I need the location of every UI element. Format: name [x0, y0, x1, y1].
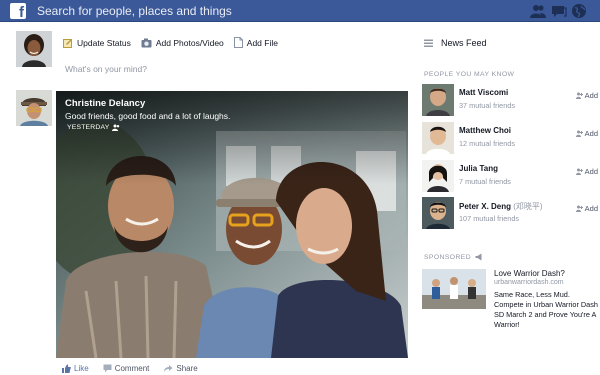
share-button[interactable]: Share — [163, 364, 198, 373]
post-actions: Like Comment Share — [62, 364, 198, 373]
person-name[interactable]: Matthew Choi — [459, 126, 511, 135]
messages-icon[interactable] — [551, 3, 567, 19]
ad-body: Same Race, Less Mud. Compete in Urban Wa… — [494, 290, 598, 329]
composer-avatar[interactable] — [16, 31, 52, 67]
mutual-friends[interactable]: 12 mutual friends — [459, 139, 515, 148]
top-bar: f Search for people, places and things — [0, 0, 600, 22]
camera-icon — [141, 38, 152, 47]
add-friend-button[interactable]: Add — [575, 204, 598, 213]
person-name-text: Peter X. Deng — [459, 202, 512, 211]
thumbs-up-icon — [62, 364, 71, 373]
mutual-friends[interactable]: 107 mutual friends — [459, 214, 519, 223]
like-label: Like — [74, 364, 89, 373]
person-avatar[interactable] — [422, 84, 454, 116]
facebook-logo-icon[interactable]: f — [10, 3, 26, 21]
suggested-person: Matthew Choi 12 mutual friends Add — [422, 122, 598, 154]
mutual-friends[interactable]: 37 mutual friends — [459, 101, 515, 110]
update-status-tab[interactable]: Update Status — [63, 37, 131, 48]
person-name[interactable]: Matt Viscomi — [459, 88, 508, 97]
add-label: Add — [584, 204, 598, 213]
comment-icon — [103, 364, 112, 373]
person-avatar[interactable] — [422, 160, 454, 192]
add-friend-icon — [575, 205, 583, 212]
mutual-friends[interactable]: 7 mutual friends — [459, 177, 511, 186]
add-photos-tab[interactable]: Add Photos/Video — [141, 37, 224, 48]
megaphone-icon — [475, 253, 482, 261]
share-label: Share — [176, 364, 198, 373]
person-native-name: (邓晓平) — [513, 202, 543, 211]
logo-letter: f — [19, 4, 24, 21]
add-friend-button[interactable]: Add — [575, 91, 598, 100]
post-author-name[interactable]: Christine Delancy — [65, 98, 145, 109]
news-feed-label: News Feed — [441, 38, 487, 48]
sponsored-header: SPONSORED — [424, 253, 483, 261]
news-feed-link[interactable]: News Feed — [424, 38, 487, 48]
news-feed-icon — [424, 39, 433, 47]
friends-audience-icon — [112, 124, 120, 131]
suggested-person: Julia Tang 7 mutual friends Add — [422, 160, 598, 192]
post-photo[interactable] — [56, 91, 408, 358]
post-time-label: YESTERDAY — [67, 124, 110, 131]
update-status-label: Update Status — [77, 37, 131, 48]
people-you-may-know-header: PEOPLE YOU MAY KNOW — [424, 71, 515, 78]
composer-tabs: Update Status Add Photos/Video Add File — [63, 37, 288, 48]
add-photos-label: Add Photos/Video — [155, 37, 224, 48]
add-file-tab[interactable]: Add File — [233, 37, 278, 48]
post-text: Good friends, good food and a lot of lau… — [65, 111, 231, 121]
ad-image[interactable] — [422, 269, 486, 309]
comment-label: Comment — [114, 364, 150, 373]
update-status-icon — [63, 38, 72, 48]
post-author-avatar[interactable] — [16, 90, 52, 126]
ad-title[interactable]: Love Warrior Dash? — [494, 269, 565, 278]
person-name[interactable]: Peter X. Deng (邓晓平) — [459, 201, 543, 212]
comment-button[interactable]: Comment — [103, 364, 150, 373]
person-avatar[interactable] — [422, 122, 454, 154]
share-icon — [164, 365, 173, 372]
like-button[interactable]: Like — [62, 364, 89, 373]
add-friend-icon — [575, 92, 583, 99]
add-friend-button[interactable]: Add — [575, 129, 598, 138]
add-label: Add — [584, 167, 598, 176]
person-name[interactable]: Julia Tang — [459, 164, 498, 173]
add-friend-icon — [575, 168, 583, 175]
person-avatar[interactable] — [422, 197, 454, 229]
add-label: Add — [584, 129, 598, 138]
status-input[interactable]: What's on your mind? — [65, 64, 385, 74]
friend-requests-icon[interactable] — [530, 3, 546, 19]
add-friend-button[interactable]: Add — [575, 167, 598, 176]
notifications-globe-icon[interactable] — [571, 3, 587, 19]
add-file-label: Add File — [246, 37, 278, 48]
add-friend-icon — [575, 130, 583, 137]
ad-url[interactable]: urbanwarriordash.com — [494, 279, 564, 286]
suggested-person: Matt Viscomi 37 mutual friends Add — [422, 84, 598, 116]
suggested-person: Peter X. Deng (邓晓平) 107 mutual friends A… — [422, 197, 598, 229]
file-icon — [233, 37, 243, 48]
sponsored-label: SPONSORED — [424, 253, 472, 261]
add-label: Add — [584, 91, 598, 100]
post-timestamp[interactable]: YESTERDAY — [67, 124, 120, 131]
search-input[interactable]: Search for people, places and things — [37, 4, 232, 18]
